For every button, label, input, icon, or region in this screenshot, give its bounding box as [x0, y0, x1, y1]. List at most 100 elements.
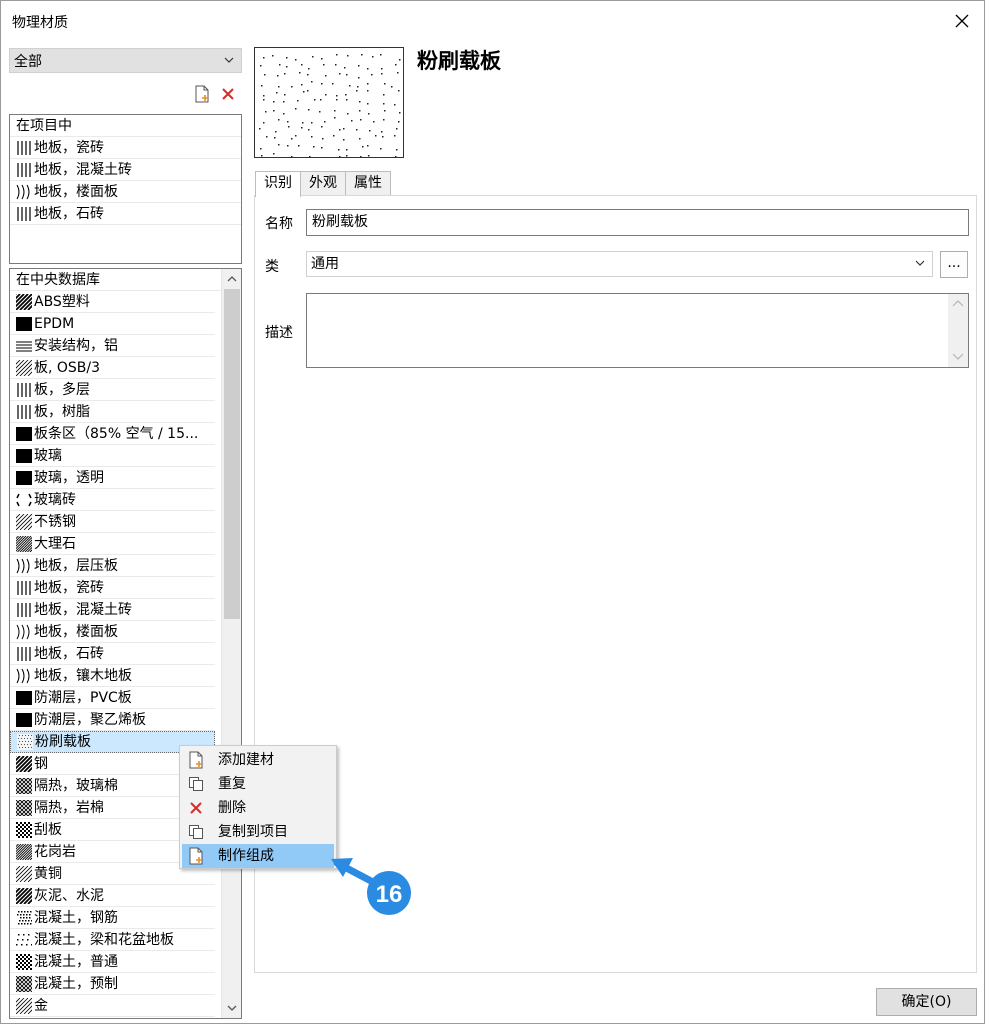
list-item[interactable]: 板，多层: [10, 379, 215, 401]
library-list-scrollbar[interactable]: [221, 269, 241, 1018]
new-material-button[interactable]: [193, 85, 211, 103]
solid-swatch-icon: [16, 448, 32, 463]
vertical-lines-swatch-icon: [17, 646, 31, 661]
list-item[interactable]: 防潮层，聚乙烯板: [10, 709, 215, 731]
menu-item-duplicate[interactable]: 重复: [180, 772, 336, 796]
diagonal-dense-swatch-icon: [16, 843, 32, 860]
class-select[interactable]: 通用: [306, 251, 933, 277]
callout-number: 16: [376, 881, 403, 908]
list-item[interactable]: EPDM: [10, 313, 215, 335]
list-item[interactable]: ABS塑料: [10, 291, 215, 313]
category-filter-select[interactable]: 全部: [9, 48, 242, 73]
tab-identification[interactable]: 识别: [255, 171, 301, 197]
class-browse-button[interactable]: ...: [940, 251, 968, 278]
list-item[interactable]: 灰泥、水泥: [10, 885, 215, 907]
list-item-label: 地板，瓷砖: [34, 139, 104, 156]
list-item[interactable]: 防潮层，PVC板: [10, 687, 215, 709]
menu-item-label: 删除: [218, 800, 246, 816]
list-item[interactable]: 混凝土，普通: [10, 951, 215, 973]
list-item-label: 隔热，玻璃棉: [34, 777, 118, 794]
list-item-label: 玻璃，透明: [34, 469, 104, 486]
list-item[interactable]: 金: [10, 995, 215, 1017]
list-item-label: 钢: [34, 755, 48, 772]
list-item[interactable]: 地板，楼面板: [10, 621, 215, 643]
list-item-label: 地板，层压板: [34, 557, 118, 574]
callout-arrow-icon: 16: [331, 858, 411, 915]
list-item[interactable]: 地板，石砖: [10, 203, 241, 225]
delete-icon: [222, 88, 234, 100]
list-item[interactable]: 地板，瓷砖: [10, 137, 241, 159]
list-item[interactable]: 板, OSB/3: [10, 357, 215, 379]
vertical-lines-swatch-icon: [17, 140, 31, 155]
menu-item-make-composite[interactable]: 制作组成: [182, 844, 334, 868]
tab-appearance[interactable]: 外观: [300, 171, 346, 196]
menu-item-delete[interactable]: 删除: [180, 796, 336, 820]
list-item-label: 混凝土，钢筋: [34, 909, 118, 926]
solid-swatch-icon: [16, 426, 32, 441]
library-materials-list[interactable]: 在中央数据库 ABS塑料 EPDM 安装结构，铝 板, OSB/3 板，多层 板，树脂 板条…: [9, 268, 242, 1019]
dashed-brackets-swatch-icon: [16, 493, 32, 506]
list-item[interactable]: 地板，混凝土砖: [10, 159, 241, 181]
list-item[interactable]: 混凝土，钢筋: [10, 907, 215, 929]
description-label: 描述: [265, 325, 293, 341]
dots-pattern-preview: [259, 54, 401, 159]
list-item[interactable]: 大理石: [10, 533, 215, 555]
ok-button[interactable]: 确定(O): [876, 988, 977, 1016]
list-item[interactable]: 地板，镶木地板: [10, 665, 215, 687]
title-bar: 物理材质: [1, 1, 984, 41]
crosshatch-swatch-icon: [16, 799, 32, 816]
list-item[interactable]: 混凝土，梁和花盆地板: [10, 929, 215, 951]
project-materials-list[interactable]: 在项目中 地板，瓷砖 地板，混凝土砖 地板，楼面板 地板，石砖: [9, 114, 242, 264]
name-field[interactable]: 粉刷载板: [306, 209, 969, 236]
menu-item-add-material[interactable]: 添加建材: [180, 748, 336, 772]
scroll-thumb[interactable]: [224, 289, 240, 619]
checker-swatch-icon: [16, 821, 32, 838]
list-item[interactable]: 玻璃，透明: [10, 467, 215, 489]
scroll-down-button[interactable]: [222, 998, 241, 1018]
detail-tabs: 识别 外观 属性: [255, 171, 391, 197]
list-item-label: 板，树脂: [34, 403, 90, 420]
list-item-label: EPDM: [34, 315, 75, 332]
tab-properties[interactable]: 属性: [345, 171, 391, 196]
category-filter-value: 全部: [14, 53, 42, 70]
list-item-label: 地板，瓷砖: [34, 579, 104, 596]
list-item-label: 大理石: [34, 535, 76, 552]
list-item[interactable]: 板条区（85% 空气 / 15...: [10, 423, 215, 445]
scroll-arrows-icon: [952, 300, 964, 360]
diagonal-thin-swatch-icon: [16, 513, 32, 530]
list-item-label: 灰泥、水泥: [34, 887, 104, 904]
delete-material-button[interactable]: [219, 85, 237, 103]
list-item[interactable]: 地板，瓷砖: [10, 577, 215, 599]
vertical-lines-swatch-icon: [17, 382, 31, 397]
list-item[interactable]: 不锈钢: [10, 511, 215, 533]
list-item[interactable]: 地板，层压板: [10, 555, 215, 577]
context-menu: 添加建材 重复 删除 复制到项目 制作组成: [179, 745, 337, 869]
scroll-up-button[interactable]: [222, 269, 241, 289]
list-item[interactable]: 地板，石砖: [10, 643, 215, 665]
diagonal-bold-swatch-icon: [16, 293, 32, 310]
step-callout: 16: [331, 851, 413, 917]
list-item-label: 花岗岩: [34, 843, 76, 860]
list-item[interactable]: 地板，混凝土砖: [10, 599, 215, 621]
list-item-label: 混凝土，梁和花盆地板: [34, 931, 174, 948]
wavy-lines-swatch-icon: [16, 558, 30, 573]
vertical-lines-swatch-icon: [17, 580, 31, 595]
list-item[interactable]: 地板，楼面板: [10, 181, 241, 203]
wavy-lines-swatch-icon: [16, 184, 30, 199]
menu-item-label: 复制到项目: [218, 824, 288, 840]
physical-materials-dialog: 物理材质 全部 在项目中 地板，瓷砖 地板，混凝土砖 地板，楼面板 地板，石砖 在中央…: [0, 0, 985, 1024]
description-field[interactable]: [306, 293, 969, 368]
list-item[interactable]: 混凝土，预制: [10, 973, 215, 995]
list-item-label: 地板，石砖: [34, 645, 104, 662]
vertical-lines-swatch-icon: [17, 162, 31, 177]
list-item[interactable]: 玻璃砖: [10, 489, 215, 511]
dots-swatch-icon: [17, 734, 33, 750]
list-item-label: 不锈钢: [34, 513, 76, 530]
wavy-lines-swatch-icon: [16, 624, 30, 639]
menu-item-copy-to-project[interactable]: 复制到项目: [180, 820, 336, 844]
description-scrollbar[interactable]: [948, 294, 968, 367]
list-item[interactable]: 玻璃: [10, 445, 215, 467]
list-item[interactable]: 安装结构，铝: [10, 335, 215, 357]
close-button[interactable]: [948, 7, 976, 35]
list-item[interactable]: 板，树脂: [10, 401, 215, 423]
